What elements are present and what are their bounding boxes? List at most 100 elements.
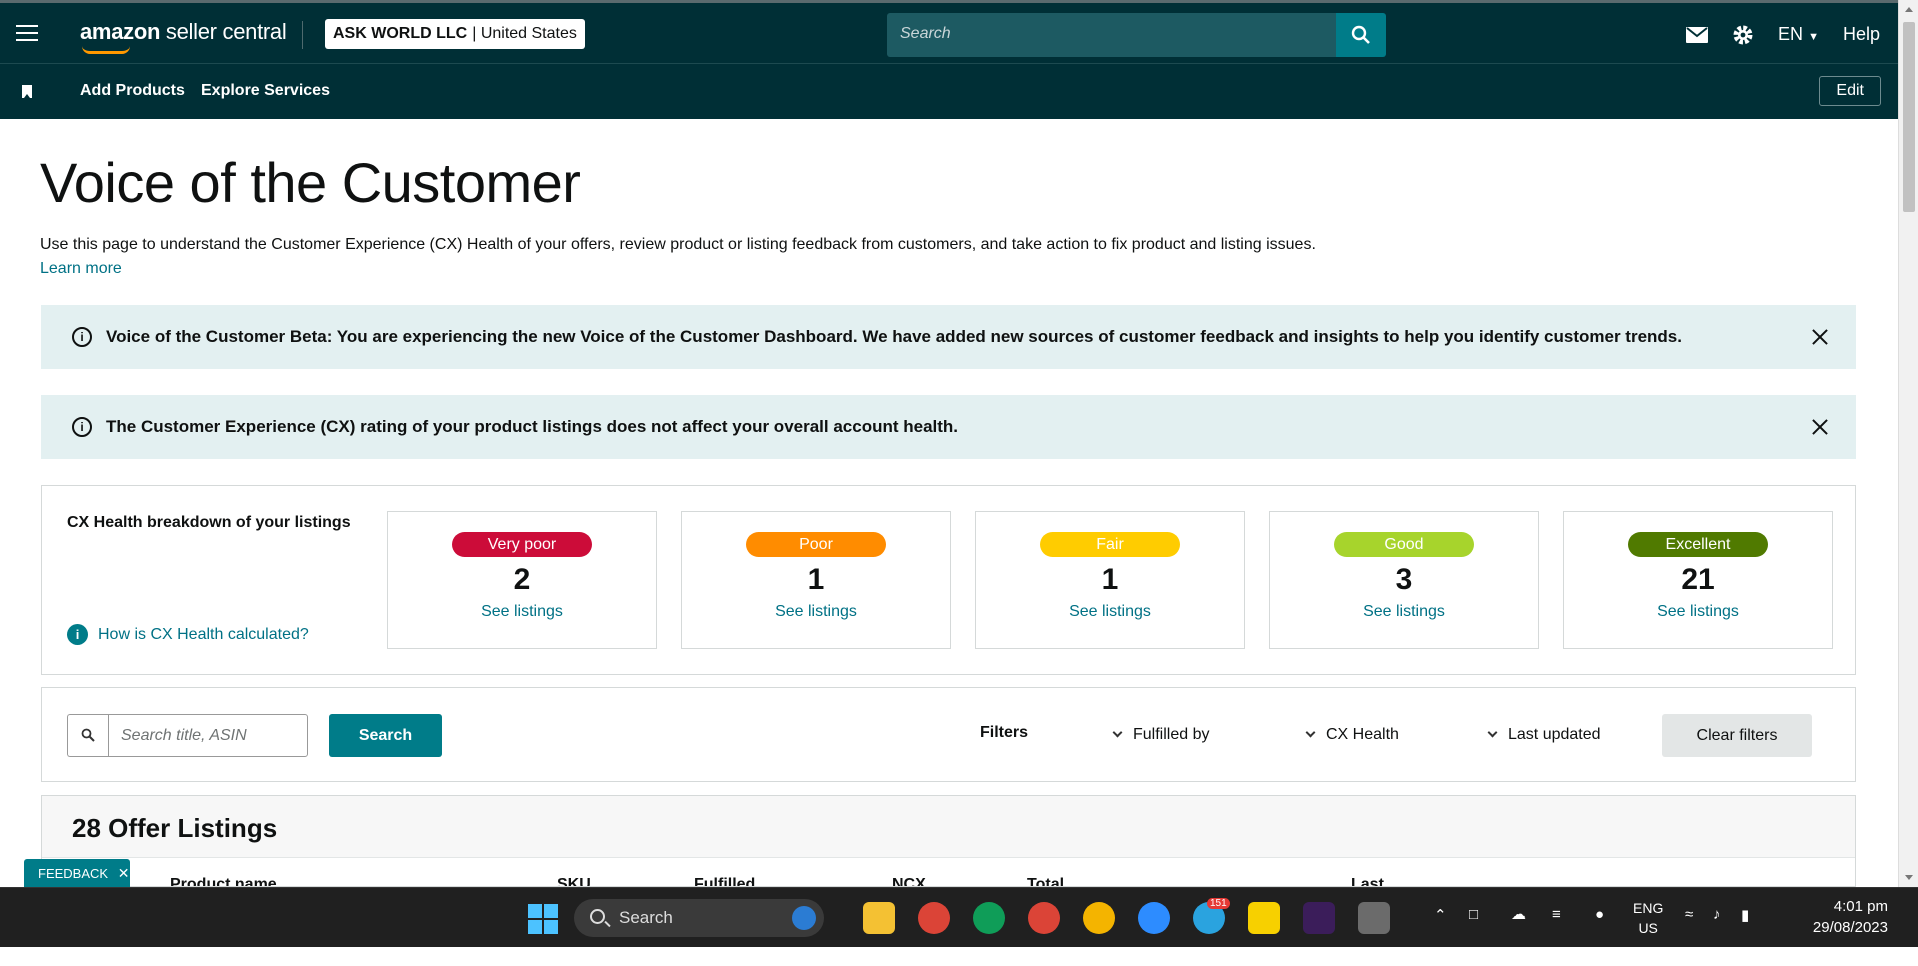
global-search-button[interactable] <box>1336 13 1386 57</box>
microphone-icon[interactable]: ● <box>1595 906 1604 966</box>
see-listings-link[interactable]: See listings <box>682 603 950 621</box>
language-indicator[interactable]: ENG US <box>1633 898 1663 958</box>
feedback-button[interactable]: FEEDBACK ✕ <box>24 859 130 887</box>
calculator-icon[interactable] <box>1358 902 1390 934</box>
cx-health-filter-label: CX Health <box>1326 726 1399 743</box>
language-label: EN <box>1778 24 1804 44</box>
mail-icon[interactable] <box>1686 26 1709 43</box>
windows-start-icon[interactable] <box>528 904 558 934</box>
windows-taskbar: Search 151 ⌃ □ ☁ ≡ ● ENG US ≈ ♪ ▮ 4:01 p… <box>0 887 1918 947</box>
column-last[interactable]: Last <box>1351 876 1384 886</box>
bing-icon <box>792 906 816 930</box>
close-icon[interactable]: ✕ <box>118 865 130 881</box>
cx-health-dropdown[interactable]: CX Health <box>1305 726 1399 744</box>
page-scrollbar[interactable] <box>1898 0 1918 887</box>
listing-count: 21 <box>1681 563 1715 596</box>
listing-count: 2 <box>513 563 531 596</box>
status-badge: Good <box>1334 532 1474 557</box>
listing-search-icon-box <box>67 714 109 757</box>
logo-product: seller central <box>165 19 287 44</box>
taskbar-search[interactable]: Search <box>574 899 824 937</box>
account-region: United States <box>480 25 577 42</box>
status-badge: Excellent <box>1628 532 1768 557</box>
beta-alert: i Voice of the Customer Beta: You are ex… <box>41 305 1856 369</box>
chrome-icon[interactable] <box>973 902 1005 934</box>
fulfilled-by-label: Fulfilled by <box>1133 726 1210 743</box>
clear-filters-button[interactable]: Clear filters <box>1662 714 1812 757</box>
volume-icon[interactable]: ♪ <box>1713 906 1721 966</box>
header-actions: EN ▼ Help <box>1662 3 1880 66</box>
language-selector[interactable]: EN ▼ <box>1778 24 1819 45</box>
search-icon <box>1351 25 1370 44</box>
cx-health-breakdown: CX Health breakdown of your listings i H… <box>41 485 1856 675</box>
close-icon[interactable] <box>1810 417 1830 437</box>
taskbar-search-label: Search <box>619 908 673 927</box>
zoom-icon[interactable] <box>1138 902 1170 934</box>
listing-search-button[interactable]: Search <box>329 714 442 757</box>
chrome-icon[interactable] <box>1028 902 1060 934</box>
status-badge: Poor <box>746 532 886 557</box>
date: 29/08/2023 <box>1812 919 1888 936</box>
chrome-icon[interactable] <box>918 902 950 934</box>
lang-line1: ENG <box>1633 900 1664 916</box>
global-search-input[interactable]: Search <box>887 13 1336 57</box>
chevron-down-icon <box>1305 727 1316 738</box>
column-ncx[interactable]: NCX <box>892 876 926 886</box>
time: 4:01 pm <box>1833 898 1888 915</box>
hamburger-menu-icon[interactable] <box>16 25 38 41</box>
cx-card-excellent: Excellent 21 See listings <box>1563 511 1833 649</box>
learn-more-link[interactable]: Learn more <box>40 260 122 278</box>
onedrive-cloud-icon[interactable]: ☁ <box>1511 905 1526 965</box>
column-fulfilled[interactable]: Fulfilled <box>694 876 755 886</box>
scroll-up-icon[interactable] <box>1905 7 1913 12</box>
nav-explore-services[interactable]: Explore Services <box>201 82 330 100</box>
see-listings-link[interactable]: See listings <box>388 603 656 621</box>
how-cx-health-link[interactable]: i How is CX Health calculated? <box>67 624 309 645</box>
nav-add-products[interactable]: Add Products <box>80 82 185 100</box>
file-explorer-icon[interactable] <box>863 902 895 934</box>
search-icon <box>81 728 95 742</box>
account-name: ASK WORLD LLC <box>333 25 468 42</box>
search-icon <box>590 909 605 924</box>
app-w-icon[interactable] <box>1303 902 1335 934</box>
cx-card-good: Good 3 See listings <box>1269 511 1539 649</box>
sticky-notes-icon[interactable] <box>1248 902 1280 934</box>
amazon-seller-central-logo[interactable]: amazon seller central <box>80 19 287 54</box>
account-switcher[interactable]: ASK WORLD LLC | United States <box>325 19 585 49</box>
listing-search-input[interactable]: Search title, ASIN <box>108 714 308 757</box>
gear-icon[interactable] <box>1732 24 1754 46</box>
gmail-tray-icon[interactable]: □ <box>1469 906 1478 966</box>
wifi-icon[interactable]: ≈ <box>1685 906 1693 966</box>
listing-count: 1 <box>807 563 825 596</box>
global-search: Search <box>887 13 1386 57</box>
chrome-icon[interactable] <box>1083 902 1115 934</box>
settings-sliders-icon[interactable]: ≡ <box>1552 906 1561 966</box>
page-description: Use this page to understand the Customer… <box>40 236 1316 253</box>
close-icon[interactable] <box>1810 327 1830 347</box>
last-updated-dropdown[interactable]: Last updated <box>1487 726 1601 744</box>
telegram-icon[interactable]: 151 <box>1193 898 1230 934</box>
info-icon: i <box>72 327 92 347</box>
battery-icon[interactable]: ▮ <box>1741 906 1749 966</box>
listing-count: 1 <box>1101 563 1119 596</box>
edit-shortcuts-button[interactable]: Edit <box>1819 76 1881 106</box>
scroll-down-icon[interactable] <box>1905 875 1913 880</box>
show-hidden-icons-chevron-up-icon[interactable]: ⌃ <box>1434 906 1447 966</box>
help-link[interactable]: Help <box>1843 24 1880 45</box>
page-title: Voice of the Customer <box>40 151 581 214</box>
info-icon: i <box>67 624 88 645</box>
see-listings-link[interactable]: See listings <box>1564 603 1832 621</box>
scrollbar-thumb[interactable] <box>1903 22 1915 212</box>
column-sku[interactable]: SKU <box>557 876 591 886</box>
column-product-name[interactable]: Product name <box>170 876 277 886</box>
fulfilled-by-dropdown[interactable]: Fulfilled by <box>1112 726 1210 744</box>
top-header: amazon seller central ASK WORLD LLC | Un… <box>0 0 1898 63</box>
column-total[interactable]: Total <box>1027 876 1064 886</box>
listing-count: 3 <box>1395 563 1413 596</box>
taskbar-clock[interactable]: 4:01 pm 29/08/2023 <box>1813 896 1888 938</box>
see-listings-link[interactable]: See listings <box>976 603 1244 621</box>
see-listings-link[interactable]: See listings <box>1270 603 1538 621</box>
shortcut-bar: Add Products Explore Services Edit <box>0 63 1898 119</box>
last-updated-label: Last updated <box>1508 726 1601 743</box>
bookmark-icon[interactable] <box>22 85 32 98</box>
